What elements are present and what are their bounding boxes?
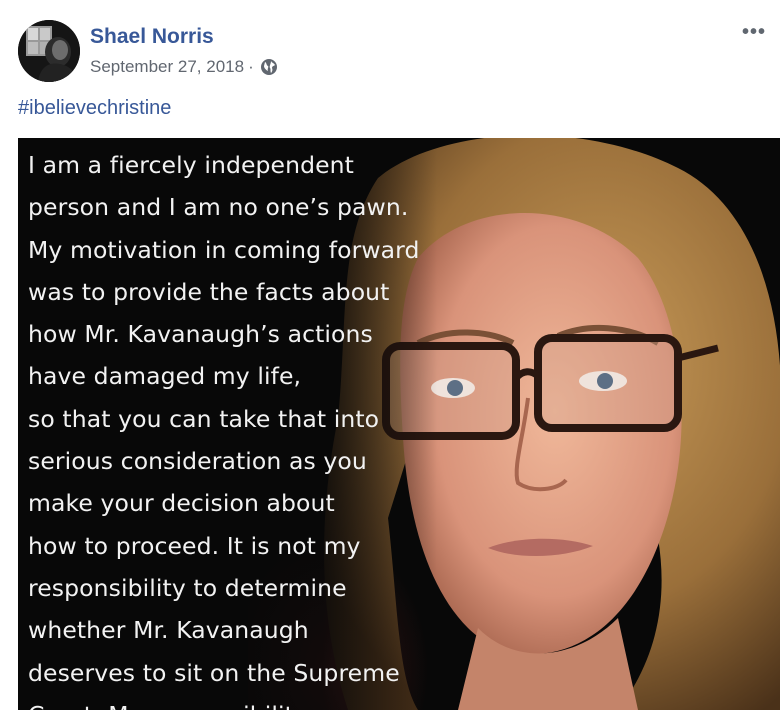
hashtag-link[interactable]: #ibelievechristine: [18, 96, 171, 120]
quote-line: how to proceed. It is not my: [28, 531, 361, 560]
quote-line: serious consideration as you: [28, 447, 367, 476]
quote-line: whether Mr. Kavanaugh: [28, 616, 309, 645]
more-options-button[interactable]: •••: [742, 22, 766, 42]
avatar[interactable]: [18, 20, 80, 82]
post-meta: September 27, 2018 ·: [90, 56, 278, 78]
quote-line: was to provide the facts about: [28, 277, 390, 306]
quote-line: make your decision about: [28, 489, 335, 518]
quote-line: deserves to sit on the Supreme: [28, 658, 400, 687]
quote-line: My motivation in coming forward: [28, 235, 420, 264]
quote-line: Court. My responsibility: [28, 694, 428, 710]
quote-line: so that you can take that into: [28, 404, 380, 433]
meta-separator: ·: [248, 57, 254, 76]
post-photo[interactable]: I am a fiercely independent person and I…: [18, 138, 780, 710]
quote-line: how Mr. Kavanaugh’s actions: [28, 320, 373, 349]
author-name[interactable]: Shael Norris: [90, 24, 214, 50]
quote-line: person and I am no one’s pawn.: [28, 193, 409, 222]
quote-line: responsibility to determine: [28, 573, 347, 602]
quote-line: I am a fiercely independent: [28, 151, 354, 179]
globe-icon[interactable]: [260, 58, 278, 76]
quote-line: have damaged my life,: [28, 362, 302, 391]
post-date[interactable]: September 27, 2018: [90, 56, 244, 78]
quote-text: I am a fiercely independent person and I…: [28, 144, 428, 710]
post-header: Shael Norris September 27, 2018 · ••• #i…: [0, 0, 780, 138]
